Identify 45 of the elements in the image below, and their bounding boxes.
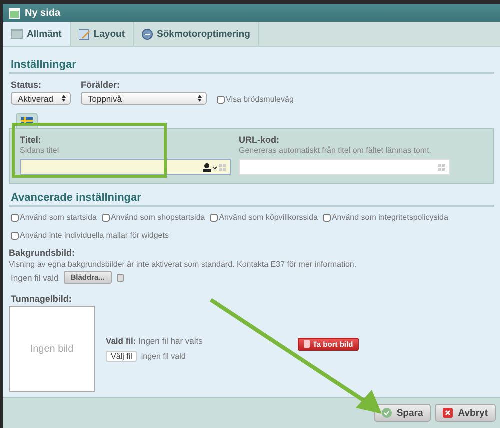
checkbox-label: Använd inte individuella mallar för widgets: [20, 231, 169, 240]
section-heading: Avancerade inställningar: [9, 192, 494, 207]
checkbox-label: Använd som köpvillkorssida: [219, 213, 318, 222]
field-hint: Genereras automatiskt från titel om fältet lämnas tomt.: [239, 146, 433, 155]
file-status: ingen fil vald: [141, 352, 186, 361]
user-icon: [202, 162, 226, 172]
window-title: Ny sida: [25, 8, 61, 18]
cancel-button[interactable]: Avbryt: [435, 404, 496, 422]
field-hint: Sidans titel: [20, 146, 60, 155]
updown-icon: [62, 95, 66, 102]
field-label: Titel:: [20, 135, 42, 145]
parent-select[interactable]: Toppnivå: [81, 92, 207, 105]
field-label: Tumnagelbild:: [10, 294, 73, 304]
field-label: URL-kod:: [239, 135, 280, 145]
field-label: Förälder:: [81, 80, 122, 90]
pencil-icon: [78, 28, 90, 40]
choose-file-button[interactable]: Välj fil: [106, 351, 138, 362]
url-input[interactable]: [239, 159, 450, 175]
updown-icon: [198, 95, 202, 102]
title-input[interactable]: [20, 159, 231, 175]
placeholder-text: Ingen bild: [30, 344, 74, 354]
field-label: Status:: [11, 80, 43, 90]
tab[interactable]: Allmänt: [3, 22, 71, 46]
check-icon: [382, 408, 392, 418]
status-select[interactable]: Aktiverad: [11, 92, 71, 105]
window-icon: [11, 29, 23, 39]
checkbox[interactable]: [11, 214, 19, 222]
close-icon: [443, 408, 454, 418]
checkbox[interactable]: [102, 214, 110, 222]
section-heading: Inställningar: [9, 59, 494, 74]
info-text: Visning av egna bakgrundsbilder är inte aktiverat som standard. Kontakta E37 för mer information.: [9, 260, 358, 269]
checkbox[interactable]: [217, 96, 225, 104]
grid-icon: [438, 164, 445, 170]
file-status: Ingen fil vald: [11, 272, 59, 282]
save-button[interactable]: Spara: [374, 404, 432, 422]
checkbox-label: Använd som integritetspolicysida: [332, 213, 448, 222]
page-icon: [9, 8, 20, 18]
checkbox-label: Visa brödsmuleväg: [226, 95, 294, 104]
checkbox-label: Använd som shopstartsida: [110, 213, 206, 222]
checkbox-label: Använd som startsida: [20, 213, 97, 222]
checkbox[interactable]: [322, 214, 331, 222]
checkbox[interactable]: [210, 214, 218, 222]
checkbox[interactable]: [11, 232, 19, 240]
chosen-file: Vald fil: Ingen fil har valts: [106, 336, 203, 346]
field-label: Bakgrundsbild:: [9, 248, 76, 258]
